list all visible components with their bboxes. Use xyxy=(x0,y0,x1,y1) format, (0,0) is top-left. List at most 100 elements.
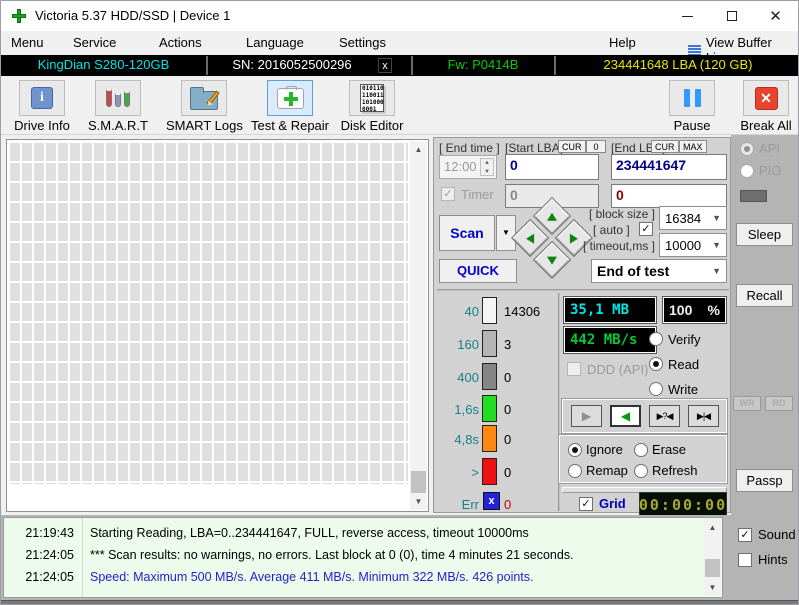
grid-checkbox[interactable]: ✓ xyxy=(579,497,593,511)
refresh-radio[interactable] xyxy=(634,464,648,478)
scan-dropdown-button[interactable]: ▼ xyxy=(496,215,516,251)
write-radio[interactable] xyxy=(649,382,663,396)
timeout-label: [ timeout,ms ] xyxy=(581,239,655,253)
auto-label: [ auto ] xyxy=(593,223,630,237)
log-row: 21:24:05 Speed: Maximum 500 MB/s. Averag… xyxy=(4,567,722,588)
end-lba-input[interactable]: 234441647 xyxy=(611,154,727,180)
end-of-test-combo[interactable]: End of test ▼ xyxy=(591,259,727,283)
passp-button[interactable]: Passp xyxy=(736,469,793,492)
scroll-down-icon[interactable]: ▼ xyxy=(410,493,427,510)
stat-block-4-8s xyxy=(482,425,497,452)
smart-logs-button[interactable]: SMART Logs xyxy=(166,80,242,133)
hints-label: Hints xyxy=(758,552,788,567)
erase-radio[interactable] xyxy=(634,443,648,457)
stat-block-160 xyxy=(482,330,497,357)
start-cur-button[interactable]: CUR xyxy=(558,140,586,153)
pause-button[interactable]: Pause xyxy=(659,80,725,133)
scroll-down-icon[interactable]: ▼ xyxy=(704,579,721,596)
log-area: 21:19:43 Starting Reading, LBA=0..234441… xyxy=(1,515,798,600)
stat-count-4-8s: 0 xyxy=(504,432,511,447)
break-all-button[interactable]: ✕ Break All xyxy=(733,80,799,133)
speed-display: 442 MB/s xyxy=(564,327,656,353)
auto-checkbox[interactable]: ✓ xyxy=(639,222,653,236)
maximize-button[interactable] xyxy=(709,1,754,31)
end-cur-button[interactable]: CUR xyxy=(651,140,679,153)
block-size-value: 16384 xyxy=(665,211,701,226)
seek-back-button[interactable]: ◀ xyxy=(610,405,641,427)
minimize-button[interactable] xyxy=(665,1,710,31)
device-model[interactable]: KingDian S280-120GB xyxy=(1,57,206,72)
wr-button[interactable]: WR xyxy=(733,396,761,411)
victoria-app-window: Victoria 5.37 HDD/SSD | Device 1 ✕ Menu … xyxy=(0,0,799,605)
refresh-label: Refresh xyxy=(652,463,698,478)
stat-label-gt: > xyxy=(439,465,479,480)
elapsed-time-display: 00:00:00 xyxy=(639,492,727,517)
timeout-combo[interactable]: 10000 ▼ xyxy=(659,233,727,257)
drive-info-button[interactable]: i Drive Info xyxy=(9,80,75,133)
read-radio[interactable] xyxy=(649,357,663,371)
ddd-api-label: DDD (API) xyxy=(587,362,648,377)
stat-label-160: 160 xyxy=(439,337,479,352)
api-radio[interactable] xyxy=(740,142,754,156)
menu-item-service[interactable]: Service xyxy=(73,35,116,50)
menu-item-help[interactable]: Help xyxy=(609,35,636,50)
quick-button[interactable]: QUICK xyxy=(439,259,517,283)
start-lba-input[interactable]: 0 xyxy=(505,154,599,180)
log-scrollbar[interactable]: ▲ ▼ xyxy=(704,519,721,596)
remap-radio[interactable] xyxy=(568,464,582,478)
scan-button[interactable]: Scan xyxy=(439,215,495,251)
smart-button[interactable]: S.M.A.R.T xyxy=(85,80,151,133)
timer-checkbox[interactable]: ✓ xyxy=(441,187,455,201)
pio-radio[interactable] xyxy=(740,164,754,178)
stat-label-40: 40 xyxy=(439,304,479,319)
ignore-radio[interactable] xyxy=(568,443,582,457)
scroll-up-icon[interactable]: ▲ xyxy=(410,141,427,158)
remap-label: Remap xyxy=(586,463,628,478)
close-button[interactable]: ✕ xyxy=(753,1,798,31)
test-repair-button[interactable]: Test & Repair xyxy=(249,80,331,133)
chevron-down-icon: ▼ xyxy=(712,266,721,276)
menu-item-language[interactable]: Language xyxy=(246,35,304,50)
stat-label-err: Err xyxy=(439,497,479,512)
verify-radio[interactable] xyxy=(649,332,663,346)
hints-checkbox[interactable] xyxy=(738,553,752,567)
menu-item-menu[interactable]: Menu xyxy=(11,35,44,50)
start-zero-button[interactable]: 0 xyxy=(586,140,606,153)
play-right-icon: ▶ xyxy=(582,409,591,423)
ddd-api-checkbox[interactable] xyxy=(567,362,581,376)
device-capacity: 234441648 LBA (120 GB) xyxy=(556,57,799,72)
grid-scrollbar[interactable]: ▲ ▼ xyxy=(410,141,427,510)
menu-item-actions[interactable]: Actions xyxy=(159,35,202,50)
grid-scrollbar-thumb[interactable] xyxy=(411,471,426,493)
spinner-arrows-icon[interactable]: ▲▼ xyxy=(480,158,494,176)
window-title: Victoria 5.37 HDD/SSD | Device 1 xyxy=(35,8,230,23)
recall-button[interactable]: Recall xyxy=(736,284,793,307)
seek-forward-button[interactable]: ▶ xyxy=(571,405,602,427)
device-info-bar: KingDian S280-120GB SN: 2016052500296 x … xyxy=(1,55,798,76)
seek-question-button[interactable]: ▶?◀ xyxy=(649,405,680,427)
disk-editor-button[interactable]: 010110 110011 101000 0001 Disk Editor xyxy=(337,80,407,133)
sound-label: Sound xyxy=(758,527,796,542)
app-icon xyxy=(12,9,26,23)
sound-checkbox[interactable]: ✓ xyxy=(738,528,752,542)
sleep-button[interactable]: Sleep xyxy=(736,223,793,246)
read-label: Read xyxy=(668,357,699,372)
menu-item-settings[interactable]: Settings xyxy=(339,35,386,50)
log-message: Starting Reading, LBA=0..234441647, FULL… xyxy=(90,523,529,544)
device-tab-close-button[interactable]: x xyxy=(378,58,392,73)
volume-display: 35,1 MB xyxy=(564,297,656,323)
seek-edge-button[interactable]: ▶|◀ xyxy=(688,405,719,427)
lba-offset-input[interactable]: 0 xyxy=(611,184,727,208)
end-time-spinner[interactable]: 12:00 ▲▼ xyxy=(439,155,497,179)
log-row: 21:24:05 *** Scan results: no warnings, … xyxy=(4,545,722,566)
rd-button[interactable]: RD xyxy=(765,396,793,411)
write-label: Write xyxy=(668,382,698,397)
end-max-button[interactable]: MAX xyxy=(679,140,707,153)
block-size-combo[interactable]: 16384 ▼ xyxy=(659,206,727,230)
drive-info-label: Drive Info xyxy=(9,118,75,133)
err-x-icon: x xyxy=(488,495,494,507)
stat-count-1-6s: 0 xyxy=(504,402,511,417)
scroll-up-icon[interactable]: ▲ xyxy=(704,519,721,536)
toolbar: i Drive Info S.M.A.R.T SMART Logs Test &… xyxy=(1,76,798,135)
log-scrollbar-thumb[interactable] xyxy=(705,559,720,577)
